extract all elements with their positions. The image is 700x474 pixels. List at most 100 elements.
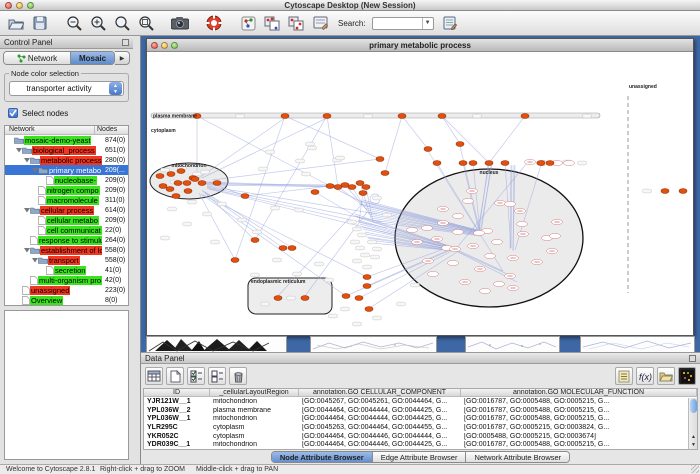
graph-node[interactable]: [323, 114, 331, 119]
graph-node[interactable]: [424, 147, 432, 152]
graph-node[interactable]: [398, 114, 406, 119]
graph-node[interactable]: [362, 185, 370, 190]
graph-node[interactable]: [183, 181, 191, 186]
save-attributes-icon[interactable]: [440, 13, 460, 33]
close-button[interactable]: [5, 2, 12, 9]
tree-row-macromolecule[interactable]: macromolecule311(0): [5, 195, 128, 205]
tree-row-primary-metabo[interactable]: primary metabo209(...: [5, 165, 128, 175]
node-color-combo[interactable]: transporter activity ▲▼: [9, 81, 124, 96]
annotation-icon[interactable]: [310, 13, 330, 33]
tree-row-establishment-of-lo[interactable]: establishment of lo558(0): [5, 245, 128, 255]
tree-row-cell-communicat[interactable]: cell communicat22(0): [5, 225, 128, 235]
graph-node[interactable]: [184, 189, 192, 194]
graph-node[interactable]: [363, 275, 371, 280]
zoom-fit-icon[interactable]: [136, 13, 156, 33]
combo-stepper-icon[interactable]: ▲▼: [109, 82, 122, 95]
import-table-icon[interactable]: [145, 367, 163, 385]
select-attributes-icon[interactable]: [187, 367, 205, 385]
graph-node[interactable]: [459, 161, 467, 166]
network-window-titlebar[interactable]: primary metabolic process: [147, 39, 693, 52]
graph-node[interactable]: [521, 114, 529, 119]
network-overview-icon[interactable]: [238, 13, 258, 33]
graph-node[interactable]: [251, 238, 259, 243]
graph-node[interactable]: [381, 171, 389, 176]
graph-node[interactable]: [546, 161, 554, 166]
scrollbar-thumb[interactable]: [690, 399, 697, 413]
column-header[interactable]: ID: [144, 389, 210, 396]
import-file-icon[interactable]: [657, 367, 675, 385]
data-panel-float-icon[interactable]: [689, 355, 696, 362]
new-attribute-icon[interactable]: [166, 367, 184, 385]
background-window-fragment[interactable]: [146, 336, 287, 352]
more-tabs-button[interactable]: ▶: [115, 51, 130, 65]
graph-node[interactable]: [365, 307, 373, 312]
scroll-down-icon[interactable]: ▼: [689, 441, 698, 449]
graph-node[interactable]: [438, 114, 446, 119]
background-window-fragment[interactable]: [465, 336, 560, 352]
zoom-button[interactable]: [27, 2, 34, 9]
graph-node[interactable]: [469, 161, 477, 166]
net-minimize-button[interactable]: [161, 42, 168, 49]
tree-row-cellular-process[interactable]: cellular process614(0): [5, 205, 128, 215]
scroll-up-icon[interactable]: ▲: [689, 433, 698, 441]
snapshot-icon[interactable]: [170, 13, 190, 33]
tab-network-attribute-browser[interactable]: Network Attribute Browser: [466, 452, 569, 462]
graph-node[interactable]: [355, 296, 363, 301]
tree-row-nitrogen-compo[interactable]: nitrogen compo209(0): [5, 185, 128, 195]
unselect-attributes-icon[interactable]: [208, 367, 226, 385]
graph-node[interactable]: [231, 258, 239, 263]
table-row[interactable]: YJR121W__1mitochondrion[GO:0045267, GO:0…: [144, 397, 697, 406]
background-window-fragment[interactable]: [580, 336, 695, 352]
graph-node[interactable]: [279, 246, 287, 251]
disclosure-triangle-icon[interactable]: [31, 257, 38, 263]
search-input[interactable]: ▼: [372, 17, 434, 30]
tree-row-unassigned[interactable]: unassigned223(0): [5, 285, 128, 295]
tab-edge-attribute-browser[interactable]: Edge Attribute Browser: [373, 452, 467, 462]
tree-row-cellular-metabo[interactable]: cellular metabo209(0): [5, 215, 128, 225]
graph-node[interactable]: [661, 189, 669, 194]
table-row[interactable]: YPL036W__2plasma membrane[GO:0044464, GO…: [144, 406, 697, 415]
layout-b-icon[interactable]: [286, 13, 306, 33]
tree-row-transport[interactable]: transport558(0): [5, 255, 128, 265]
function-builder-icon[interactable]: f(x): [636, 367, 654, 385]
net-close-button[interactable]: [151, 42, 158, 49]
save-session-icon[interactable]: [30, 13, 50, 33]
help-icon[interactable]: [204, 13, 224, 33]
tab-node-attribute-browser[interactable]: Node Attribute Browser: [272, 452, 373, 462]
tree-col-nodes[interactable]: Nodes: [95, 126, 128, 134]
column-header[interactable]: annotation.GO MOLECULAR_FUNCTION: [461, 389, 697, 396]
disclosure-triangle-icon[interactable]: [23, 157, 30, 163]
graph-node[interactable]: [485, 161, 493, 166]
graph-node[interactable]: [156, 174, 164, 179]
tree-row-overview[interactable]: Overview8(0): [5, 295, 128, 305]
graph-node[interactable]: [159, 184, 167, 189]
graph-node[interactable]: [174, 181, 182, 186]
graph-node[interactable]: [363, 284, 371, 289]
zoom-out-icon[interactable]: [64, 13, 84, 33]
zoom-selected-icon[interactable]: [112, 13, 132, 33]
tree-col-network[interactable]: Network: [5, 126, 95, 134]
background-window-fragment[interactable]: [310, 336, 437, 352]
tree-row-mosaic-demo-yeast[interactable]: mosaic-demo-yeast874(0): [5, 135, 128, 145]
disclosure-triangle-icon[interactable]: [15, 147, 22, 153]
graph-node[interactable]: [433, 161, 441, 166]
matrix-icon[interactable]: [678, 367, 696, 385]
graph-node[interactable]: [537, 161, 545, 166]
graph-node[interactable]: [288, 246, 296, 251]
graph-node[interactable]: [166, 187, 174, 192]
tree-row-response-to-stimulu[interactable]: response to stimulu264(0): [5, 235, 128, 245]
table-scrollbar[interactable]: ▲ ▼: [688, 398, 697, 449]
tree-row-secretion[interactable]: secretion41(0): [5, 265, 128, 275]
delete-attribute-icon[interactable]: [229, 367, 247, 385]
graph-node[interactable]: [359, 191, 367, 196]
graph-node[interactable]: [376, 157, 384, 162]
graph-node[interactable]: [213, 181, 221, 186]
graph-node[interactable]: [301, 296, 309, 301]
graph-node[interactable]: [167, 172, 175, 177]
graph-node[interactable]: [326, 184, 334, 189]
network-canvas[interactable]: plasma membranecytoplasmmitochondrionnuc…: [147, 52, 693, 335]
resize-grip[interactable]: [691, 465, 699, 473]
tab-network[interactable]: Network: [4, 52, 70, 64]
net-zoom-button[interactable]: [171, 42, 178, 49]
graph-node[interactable]: [356, 181, 364, 186]
